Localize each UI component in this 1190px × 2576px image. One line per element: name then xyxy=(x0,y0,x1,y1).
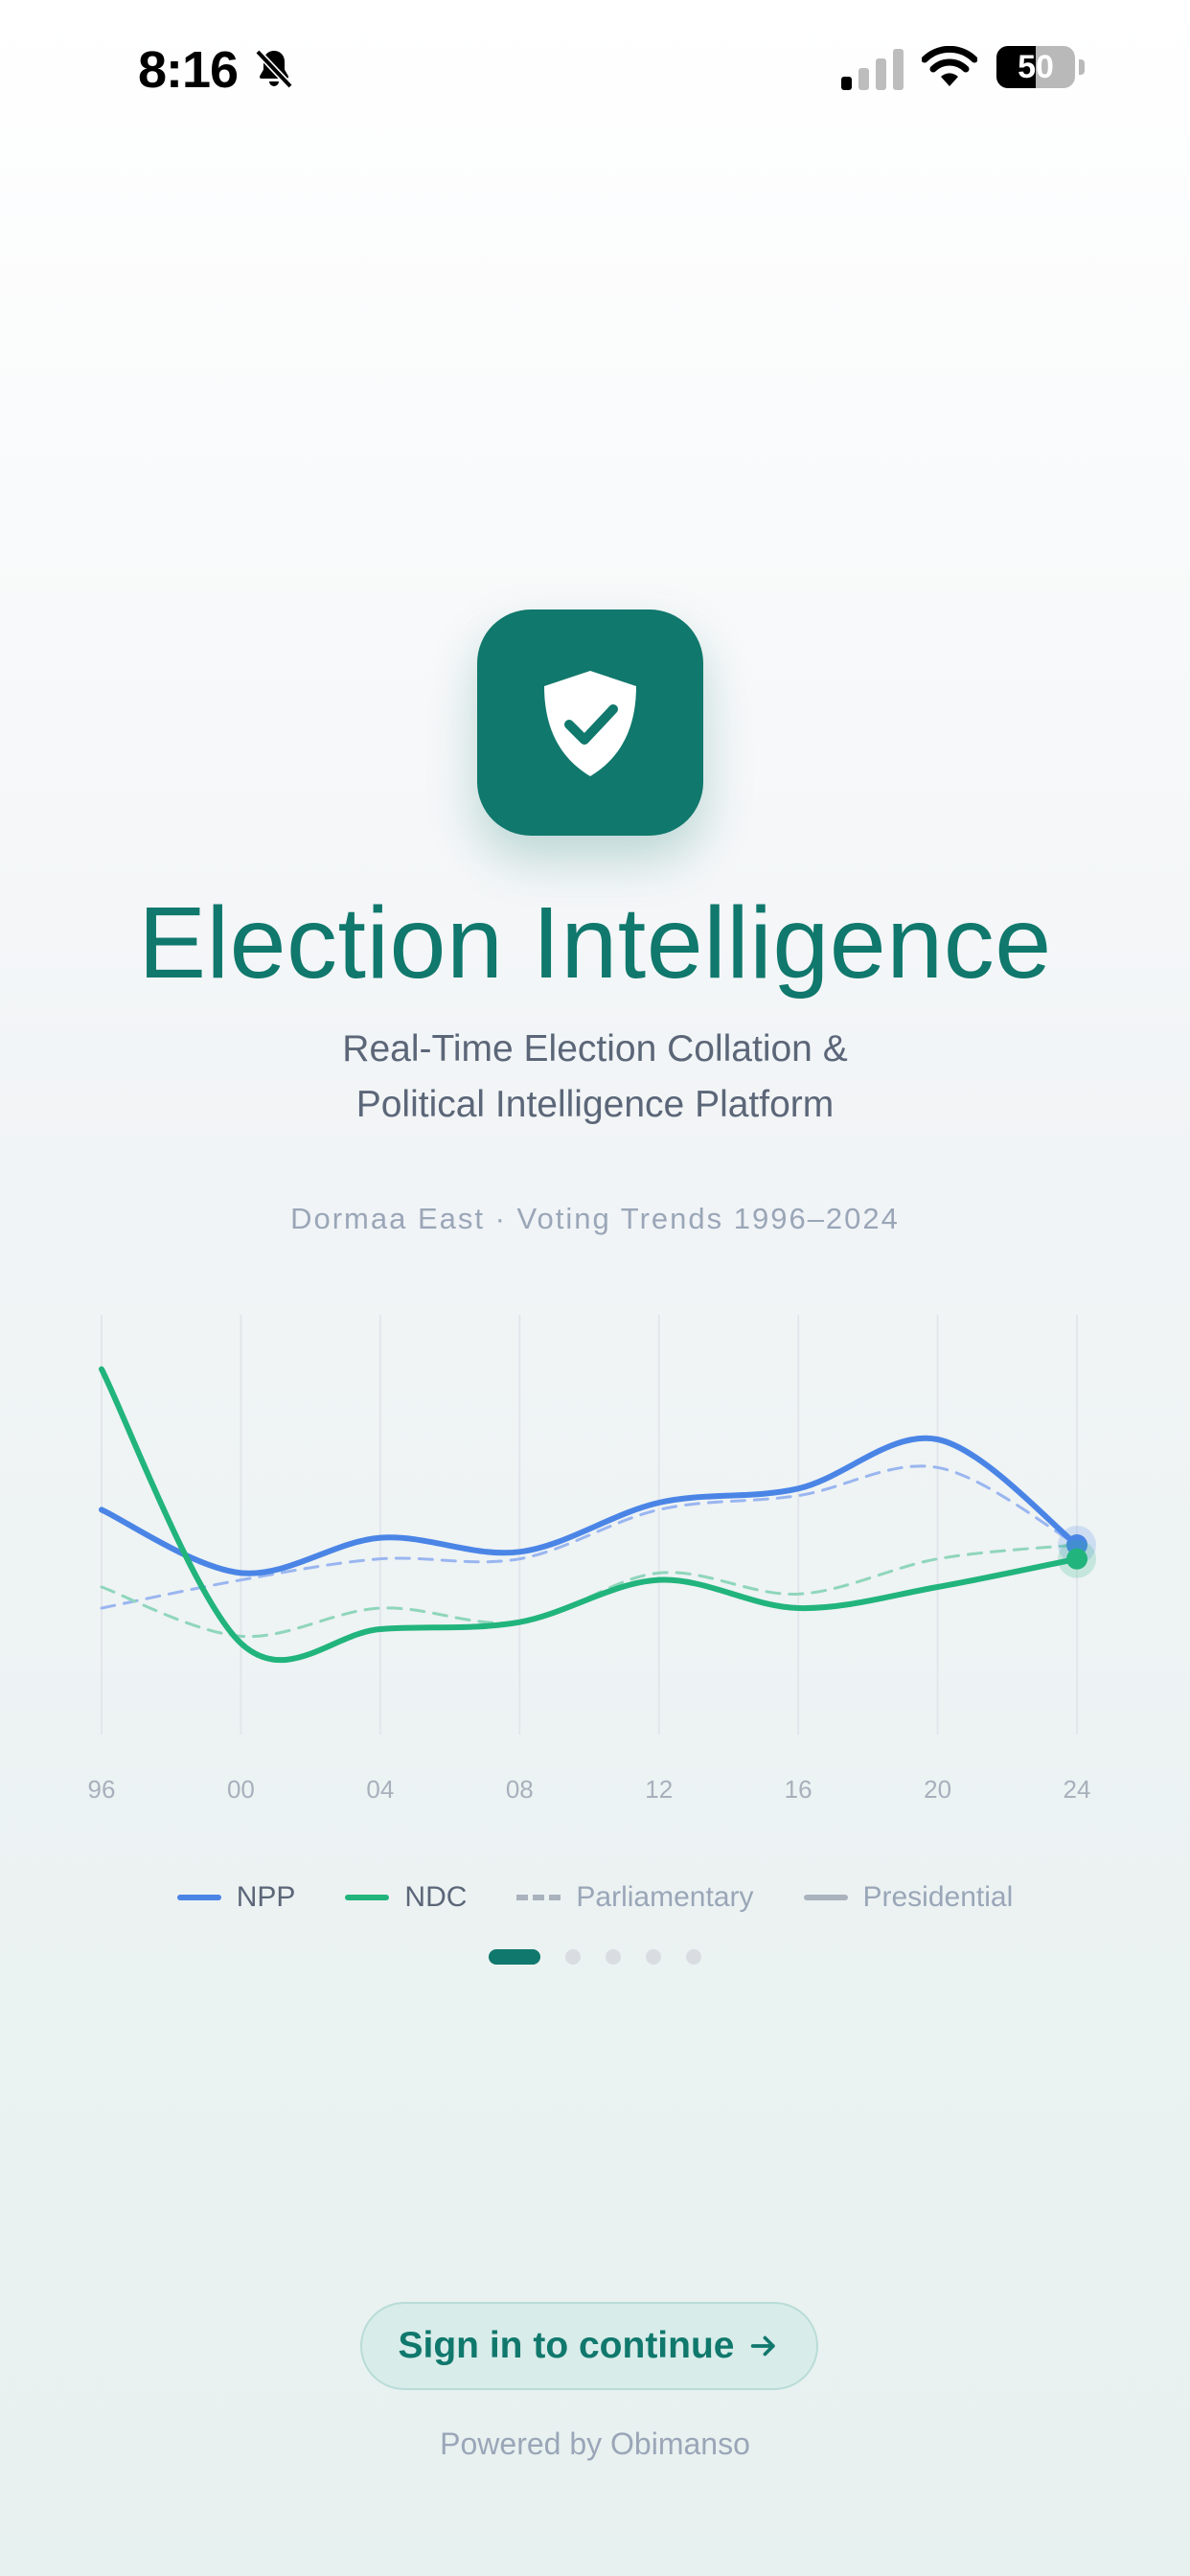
end-point-ndc xyxy=(1066,1548,1087,1570)
page-dot-1[interactable] xyxy=(489,1949,540,1965)
legend-ndc-swatch xyxy=(345,1895,390,1900)
x-tick-label: 08 xyxy=(506,1775,534,1804)
x-tick-label: 04 xyxy=(366,1775,394,1804)
app-logo xyxy=(477,610,703,836)
x-tick-label: 96 xyxy=(88,1775,116,1804)
battery-percent: 50 xyxy=(1018,49,1054,85)
legend-presidential-swatch xyxy=(803,1895,848,1900)
page-indicator[interactable] xyxy=(0,1947,1190,1966)
x-tick-label: 12 xyxy=(645,1775,673,1804)
arrow-right-icon xyxy=(751,2335,776,2357)
series-line-npp-presidential xyxy=(99,1435,1080,1576)
legend-presidential: Presidential xyxy=(803,1881,1014,1914)
app-subtitle: Real-Time Election Collation & Political… xyxy=(212,1022,978,1133)
page-dot-3[interactable] xyxy=(606,1949,621,1965)
legend-ndc: NDC xyxy=(345,1881,467,1914)
series-line-ndc-presidential xyxy=(99,1366,1080,1664)
x-tick-label: 16 xyxy=(785,1775,812,1804)
wifi-icon xyxy=(922,46,977,86)
legend-parliamentary-label: Parliamentary xyxy=(576,1881,754,1913)
x-tick-label: 20 xyxy=(924,1775,951,1804)
legend-ndc-label: NDC xyxy=(404,1881,468,1913)
legend-parliamentary: Parliamentary xyxy=(516,1881,754,1914)
chart-legend: NPP NDC Parliamentary Presidential xyxy=(0,1878,1190,1917)
powered-by-text: Powered by Obimanso xyxy=(440,2426,750,2461)
subtitle-line-1: Real-Time Election Collation & xyxy=(342,1028,848,1070)
page-dot-5[interactable] xyxy=(686,1949,701,1965)
status-time: 8:16 xyxy=(138,41,239,99)
app-title: Election Intelligence xyxy=(138,886,1052,1000)
bell-muted-icon xyxy=(255,49,293,89)
voting-trends-chart: 96 00 04 08 12 16 20 24 xyxy=(88,1315,1096,1804)
legend-npp-label: NPP xyxy=(236,1881,296,1913)
subtitle-line-2: Political Intelligence Platform xyxy=(355,1084,835,1125)
legend-npp-swatch xyxy=(176,1895,221,1900)
page-dot-2[interactable] xyxy=(565,1949,581,1965)
legend-parliamentary-swatch xyxy=(516,1895,561,1900)
battery-indicator: 50 xyxy=(996,46,1085,90)
status-bar: 8:16 50 xyxy=(0,0,1190,134)
chart-title: Dormaa East · Voting Trends 1996–2024 xyxy=(290,1202,900,1235)
x-tick-label: 00 xyxy=(227,1775,255,1804)
legend-npp: NPP xyxy=(176,1881,296,1914)
x-tick-label: 24 xyxy=(1064,1775,1091,1804)
signin-button[interactable]: Sign in to continue xyxy=(360,2302,818,2390)
page-dot-4[interactable] xyxy=(646,1949,661,1965)
legend-presidential-label: Presidential xyxy=(862,1881,1014,1913)
signin-label: Sign in to continue xyxy=(398,2325,735,2366)
cellular-signal-icon xyxy=(841,49,904,90)
shield-check-icon xyxy=(544,671,636,776)
